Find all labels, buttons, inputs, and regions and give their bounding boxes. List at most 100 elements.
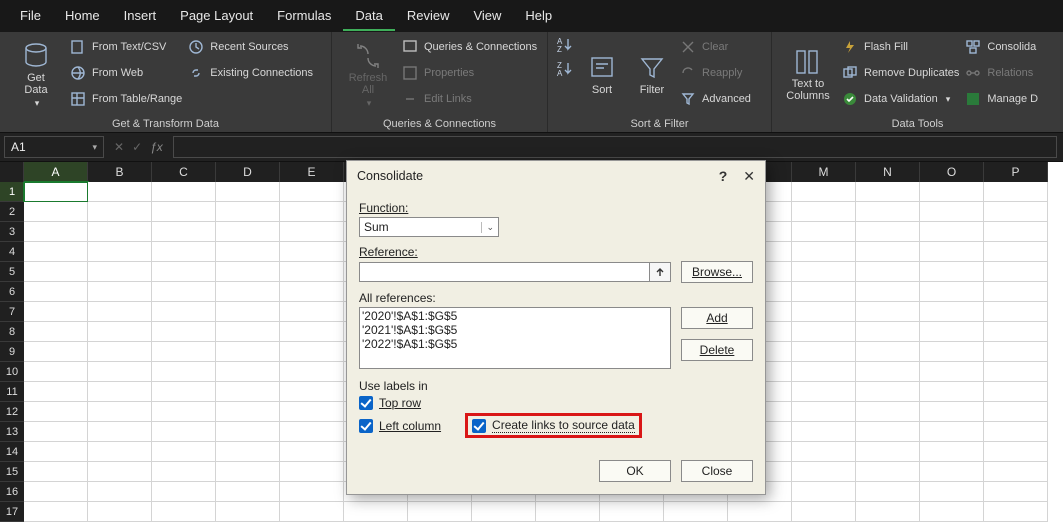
cell[interactable] — [216, 402, 280, 422]
cell[interactable] — [792, 462, 856, 482]
cell[interactable] — [984, 382, 1048, 402]
cell[interactable] — [856, 342, 920, 362]
cell[interactable] — [984, 342, 1048, 362]
create-links-checkbox[interactable] — [472, 419, 486, 433]
row-header[interactable]: 5 — [0, 262, 24, 282]
column-header[interactable]: M — [792, 162, 856, 182]
cell[interactable] — [792, 502, 856, 522]
sort-desc-icon[interactable]: ZA — [556, 60, 574, 78]
cell[interactable] — [792, 242, 856, 262]
cell[interactable] — [216, 482, 280, 502]
row-header[interactable]: 10 — [0, 362, 24, 382]
cell[interactable] — [88, 442, 152, 462]
cell[interactable] — [152, 262, 216, 282]
cell[interactable] — [216, 282, 280, 302]
cell[interactable] — [280, 502, 344, 522]
cell[interactable] — [216, 202, 280, 222]
column-header[interactable]: D — [216, 162, 280, 182]
cell[interactable] — [856, 322, 920, 342]
cell[interactable] — [280, 442, 344, 462]
cell[interactable] — [920, 322, 984, 342]
cell[interactable] — [792, 362, 856, 382]
cell[interactable] — [24, 282, 88, 302]
cell[interactable] — [152, 302, 216, 322]
cell[interactable] — [856, 262, 920, 282]
cell[interactable] — [920, 242, 984, 262]
cell[interactable] — [984, 282, 1048, 302]
cell[interactable] — [152, 222, 216, 242]
cell[interactable] — [792, 262, 856, 282]
browse-button[interactable]: Browse... — [681, 261, 753, 283]
cell[interactable] — [280, 242, 344, 262]
existing-connections-button[interactable]: Existing Connections — [188, 62, 313, 84]
column-header[interactable]: P — [984, 162, 1048, 182]
ok-button[interactable]: OK — [599, 460, 671, 482]
cell[interactable] — [856, 282, 920, 302]
cell[interactable] — [856, 402, 920, 422]
cell[interactable] — [280, 282, 344, 302]
cancel-formula-icon[interactable]: ✕ — [114, 140, 124, 154]
cell[interactable] — [792, 182, 856, 202]
cell[interactable] — [88, 342, 152, 362]
cell[interactable] — [856, 362, 920, 382]
cell[interactable] — [88, 382, 152, 402]
cell[interactable] — [856, 222, 920, 242]
cell[interactable] — [24, 302, 88, 322]
cell[interactable] — [152, 482, 216, 502]
menu-file[interactable]: File — [8, 2, 53, 31]
row-header[interactable]: 4 — [0, 242, 24, 262]
menu-formulas[interactable]: Formulas — [265, 2, 343, 31]
cell[interactable] — [984, 502, 1048, 522]
cell[interactable] — [984, 482, 1048, 502]
row-header[interactable]: 3 — [0, 222, 24, 242]
row-header[interactable]: 11 — [0, 382, 24, 402]
queries-connections-button[interactable]: Queries & Connections — [402, 36, 537, 58]
relationships-button[interactable]: Relations — [965, 62, 1038, 84]
cell[interactable] — [88, 182, 152, 202]
refresh-all-button[interactable]: Refresh All ▾ — [340, 36, 396, 114]
cell[interactable] — [152, 242, 216, 262]
cell[interactable] — [920, 482, 984, 502]
properties-button[interactable]: Properties — [402, 62, 537, 84]
collapse-dialog-icon[interactable] — [649, 262, 671, 282]
data-validation-button[interactable]: Data Validation ▾ — [842, 88, 959, 110]
cell[interactable] — [24, 482, 88, 502]
cell[interactable] — [152, 322, 216, 342]
menu-review[interactable]: Review — [395, 2, 462, 31]
cell[interactable] — [920, 382, 984, 402]
cell[interactable] — [152, 462, 216, 482]
cell[interactable] — [856, 202, 920, 222]
cell[interactable] — [24, 422, 88, 442]
cell[interactable] — [152, 442, 216, 462]
row-header[interactable]: 17 — [0, 502, 24, 522]
cell[interactable] — [152, 182, 216, 202]
cell[interactable] — [792, 282, 856, 302]
cell[interactable] — [152, 282, 216, 302]
cell[interactable] — [728, 502, 792, 522]
cell[interactable] — [88, 282, 152, 302]
cell[interactable] — [88, 402, 152, 422]
cell[interactable] — [88, 502, 152, 522]
close-button[interactable]: Close — [681, 460, 753, 482]
cell[interactable] — [856, 442, 920, 462]
cell[interactable] — [280, 342, 344, 362]
consolidate-button[interactable]: Consolida — [965, 36, 1038, 58]
cell[interactable] — [920, 282, 984, 302]
cell[interactable] — [216, 382, 280, 402]
cell[interactable] — [792, 202, 856, 222]
cell[interactable] — [216, 222, 280, 242]
menu-home[interactable]: Home — [53, 2, 112, 31]
menu-view[interactable]: View — [461, 2, 513, 31]
filter-button[interactable]: Filter — [630, 36, 674, 114]
cell[interactable] — [24, 502, 88, 522]
cell[interactable] — [24, 382, 88, 402]
advanced-filter-button[interactable]: Advanced — [680, 88, 751, 110]
menu-insert[interactable]: Insert — [112, 2, 169, 31]
row-header[interactable]: 13 — [0, 422, 24, 442]
cell[interactable] — [984, 422, 1048, 442]
cell[interactable] — [88, 202, 152, 222]
help-button[interactable]: ? — [719, 168, 728, 184]
cell[interactable] — [216, 302, 280, 322]
from-web-button[interactable]: From Web — [70, 62, 182, 84]
cell[interactable] — [88, 302, 152, 322]
